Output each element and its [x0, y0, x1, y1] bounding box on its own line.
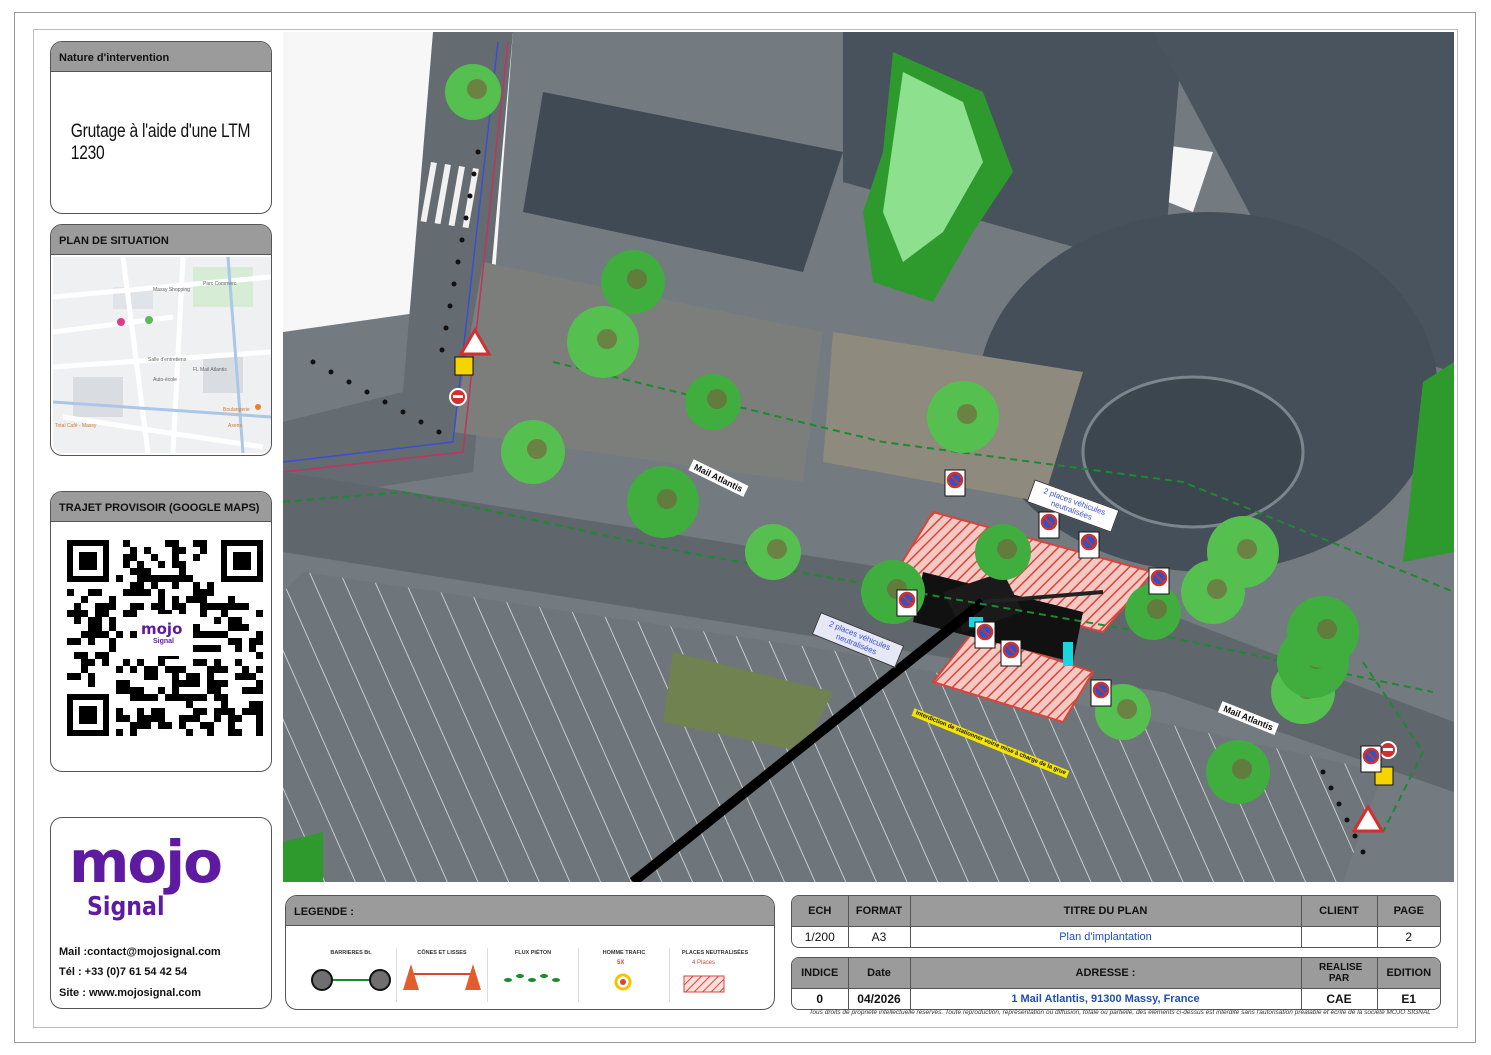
barrier-dot [451, 281, 457, 287]
value-edition: E1 [1401, 992, 1417, 1007]
barrier-dot [455, 259, 461, 265]
implementation-plan-map: Mail Atlantis Mail Atlantis 2 places véh… [283, 32, 1454, 882]
legend-title: LEGENDE : [286, 896, 774, 926]
contact-mail[interactable]: Mail :contact@mojosignal.com [59, 946, 221, 958]
header-adresse: ADRESSE : [910, 958, 1302, 990]
header-format: FORMAT [848, 896, 911, 928]
barrier-dot [364, 389, 370, 395]
map-label-6: Total Café - Massy [55, 423, 97, 429]
barrier-dot [443, 325, 449, 331]
copyright-notice: Tous droits de propriété intellectuelle … [809, 1009, 1431, 1016]
barrier-dot [463, 215, 469, 221]
map-label-1: Massy Shopping [153, 287, 190, 293]
legend-item-traffic-man: HOMME TRAFIC 5X [579, 948, 670, 1002]
places-count: 4 Places [692, 960, 716, 966]
header-realise-par-text: REALISE PAR [1319, 962, 1363, 985]
title-block-top: ECH FORMAT TITRE DU PLAN CLIENT PAGE 1/2… [791, 895, 1441, 948]
qr-logo-word: mojo [141, 620, 183, 638]
situation-panel: PLAN DE SITUATION Parc Commerc Massy Sho… [50, 224, 272, 456]
logo-word: mojo [69, 828, 223, 896]
barrier-dot [1352, 833, 1358, 839]
barrier-dot [1336, 801, 1342, 807]
map-label-3: FL Mail Atlantis [193, 367, 227, 373]
map-label-7: Axens [228, 423, 242, 429]
barrier-symbol [311, 969, 391, 991]
trajet-panel: TRAJET PROVISOIR (GOOGLE MAPS) mojo Sign… [50, 491, 272, 772]
nature-panel-title: Nature d'intervention [51, 42, 271, 72]
value-titre: Plan d'implantation [910, 926, 1302, 947]
map-label-2: Salle d'entretiens [148, 357, 187, 363]
barrier-dot [1320, 769, 1326, 775]
barrier-dot [436, 429, 442, 435]
mojo-signal-logo: mojo Signal [69, 828, 261, 926]
legend-item-barriers: BARRIERES Bt. [306, 948, 397, 1002]
legend-item-pedestrian: FLUX PIÉTON [488, 948, 579, 1002]
logo-sub: Signal [87, 892, 165, 922]
contact-site[interactable]: Site : www.mojosignal.com [59, 987, 201, 999]
barrier-dot [475, 149, 481, 155]
barrier-dot [382, 399, 388, 405]
barrier-dot [439, 347, 445, 353]
legend-item-cones: CÔNES ET LISSES [397, 948, 488, 1002]
barrier-dot [1344, 817, 1350, 823]
barrier-dot [471, 171, 477, 177]
header-client: CLIENT [1301, 896, 1378, 928]
legend-item-places: PLACES NEUTRALISÉES 4 Places [670, 948, 760, 1002]
barrier-dot [447, 303, 453, 309]
header-realise-par: REALISE PAR [1301, 958, 1378, 990]
value-indice: 0 [792, 988, 849, 1009]
map-label-0: Parc Commerc [203, 281, 237, 287]
brand-panel: mojo Signal Mail :contact@mojosignal.com… [50, 817, 272, 1009]
barrier-dot [400, 409, 406, 415]
barrier-dot [328, 369, 334, 375]
barrier-dot [1328, 785, 1334, 791]
contact-phone[interactable]: Tél : +33 (0)7 61 54 42 54 [59, 966, 187, 978]
pedestrian-flow-symbol [504, 974, 560, 982]
barrier-dot [1360, 849, 1366, 855]
nature-panel: Nature d'intervention Grutage à l'aide d… [50, 41, 272, 214]
title-block-bottom: INDICE Date ADRESSE : REALISE PAR EDITIO… [791, 957, 1441, 1010]
barrier-dot [459, 237, 465, 243]
trajet-panel-title: TRAJET PROVISOIR (GOOGLE MAPS) [51, 492, 271, 522]
value-adresse: 1 Mail Atlantis, 91300 Massy, France [910, 988, 1302, 1009]
situation-panel-title: PLAN DE SITUATION [51, 225, 271, 255]
qr-logo-sub: Signal [153, 638, 175, 645]
header-date: Date [848, 958, 911, 990]
barrier-dot [418, 419, 424, 425]
value-format: A3 [848, 926, 911, 947]
value-ech: 1/200 [792, 926, 849, 947]
qr-code[interactable]: mojo Signal [67, 540, 263, 736]
value-client [1301, 926, 1378, 947]
value-page: 2 [1405, 930, 1413, 945]
traffic-man-count: 5X [617, 960, 625, 966]
map-label-4: Auto-école [153, 377, 177, 383]
header-edition: EDITION [1377, 958, 1440, 990]
barrier-dot [467, 193, 473, 199]
value-date: 04/2026 [848, 988, 911, 1009]
barrier-dot [346, 379, 352, 385]
header-titre: TITRE DU PLAN [910, 896, 1302, 928]
cone-symbol [403, 964, 481, 990]
value-realise-par: CAE [1301, 988, 1378, 1009]
map-label-5: Boulangerie [223, 407, 250, 413]
header-page: PAGE [1377, 896, 1440, 928]
legend-items: BARRIERES Bt. CÔNES ET LISSES FLUX PIÉTO… [306, 948, 756, 1002]
nature-text: Grutage à l'aide d'une LTM 1230 [70, 121, 251, 164]
situation-map: Parc Commerc Massy Shopping Salle d'entr… [53, 257, 271, 453]
legend-panel: LEGENDE : BARRIERES Bt. CÔNES ET LISSES … [285, 895, 775, 1010]
barrier-dot [310, 359, 316, 365]
header-indice: INDICE [792, 958, 849, 990]
header-ech: ECH [792, 896, 849, 928]
